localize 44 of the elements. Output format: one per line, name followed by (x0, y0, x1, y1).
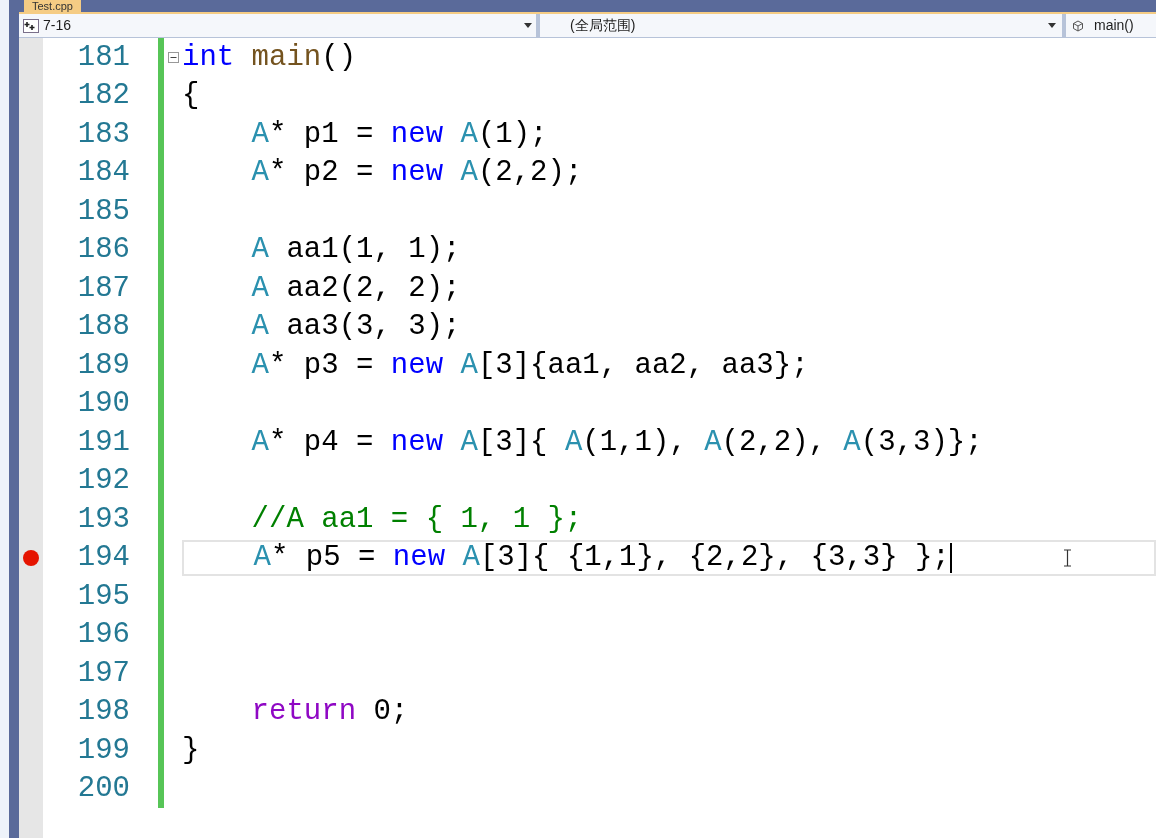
breakpoint-icon[interactable] (23, 549, 39, 566)
dropdown-caret-icon (524, 23, 532, 28)
code-line: A aa3(3, 3); (250, 312, 461, 342)
line-number: 183 (76, 119, 130, 149)
collapse-icon[interactable] (167, 51, 179, 63)
line-number: 198 (76, 697, 130, 727)
code-line: A* p2 = new A(2,2); (250, 158, 583, 188)
line-number: 196 (76, 620, 130, 650)
line-number: 197 (76, 658, 130, 688)
code-line: //A aa1 = { 1, 1 }; (250, 504, 583, 534)
scope-dropdown[interactable]: (全局范围) (540, 14, 1066, 37)
line-number: 190 (76, 389, 130, 419)
line-number: 193 (76, 504, 130, 534)
line-number: 184 (76, 158, 130, 188)
code-line: A* p5 = new A[3]{ {1,1}, {2,2}, {3,3} }; (252, 543, 950, 573)
line-number: 186 (76, 235, 130, 265)
line-number: 191 (76, 427, 130, 457)
line-number: 199 (76, 735, 130, 765)
cube-icon (1072, 19, 1084, 32)
line-number: 181 (76, 42, 130, 72)
member-dropdown[interactable]: main() (1066, 14, 1156, 37)
line-number: 195 (76, 581, 130, 611)
code-line: } (182, 735, 200, 765)
code-line: { (182, 81, 200, 111)
line-number: 192 (76, 466, 130, 496)
dropdown-caret-icon (1048, 23, 1056, 28)
text-caret (949, 542, 952, 573)
code-line: A* p3 = new A[3]{aa1, aa2, aa3}; (250, 350, 809, 380)
code-line: A* p1 = new A(1); (250, 119, 548, 149)
code-line: A* p4 = new A[3]{ A(1,1), A(2,2), A(3,3)}; (250, 427, 983, 457)
line-number: 187 (76, 273, 130, 303)
code-line: int main() (182, 42, 357, 72)
line-number: 188 (76, 312, 130, 342)
line-number: 185 (76, 196, 130, 226)
file-tab[interactable]: Test.cpp (24, 0, 81, 12)
line-number: 200 (76, 774, 130, 804)
line-number: 189 (76, 350, 130, 380)
line-number: 194 (76, 543, 130, 573)
text-cursor-icon (1063, 548, 1072, 567)
code-line: A aa2(2, 2); (250, 273, 461, 303)
project-icon (23, 18, 39, 33)
line-number: 182 (76, 81, 130, 111)
code-line: return 0; (250, 697, 409, 727)
code-line: A aa1(1, 1); (250, 235, 461, 265)
